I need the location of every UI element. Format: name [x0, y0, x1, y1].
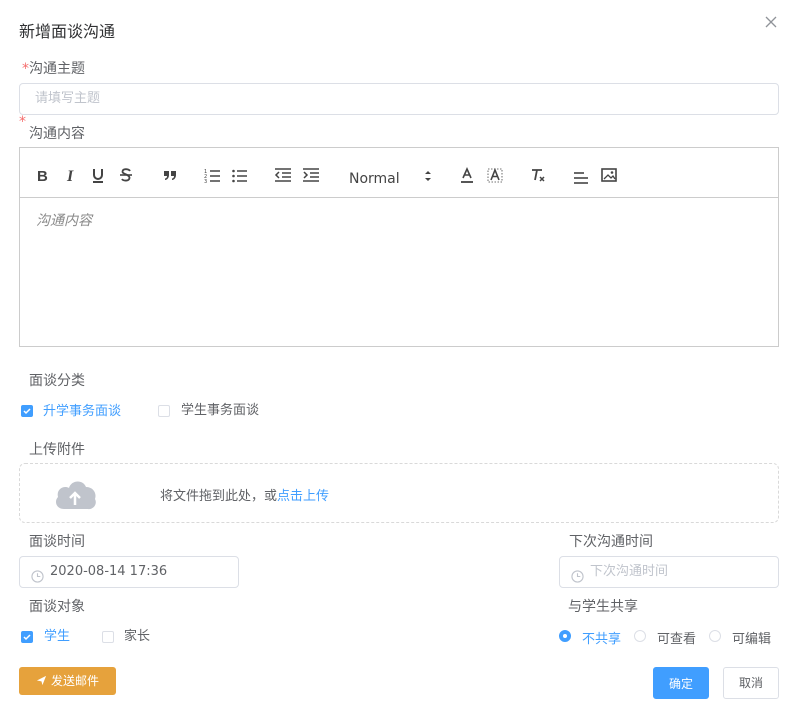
next-time-label: 下次沟通时间	[569, 534, 653, 550]
topic-input[interactable]: 请填写主题	[19, 83, 779, 115]
select-arrows-icon[interactable]	[423, 168, 433, 182]
content-required-mark: *	[19, 114, 26, 130]
share-label: 与学生共享	[568, 599, 638, 615]
send-mail-button[interactable]: 发送邮件	[19, 667, 116, 695]
strike-icon[interactable]	[117, 166, 135, 184]
topic-label: *沟通主题	[22, 61, 85, 77]
editor-placeholder: 沟通内容	[36, 213, 92, 229]
share-radio-1[interactable]	[559, 630, 571, 642]
next-time-input[interactable]: 下次沟通时间	[559, 556, 779, 588]
target-option-label-1[interactable]: 学生	[44, 625, 70, 644]
upload-text: 将文件拖到此处，或点击上传	[160, 489, 330, 504]
time-input[interactable]: 2020-08-14 17:36	[19, 556, 239, 588]
svg-text:I: I	[66, 168, 74, 184]
clear-format-icon[interactable]	[529, 166, 547, 184]
close-icon[interactable]	[763, 14, 779, 30]
category-checkbox-1[interactable]	[21, 405, 33, 417]
upload-label: 上传附件	[29, 442, 85, 458]
share-option-label-2[interactable]: 可查看	[657, 628, 696, 647]
upload-link[interactable]: 点击上传	[277, 489, 329, 504]
target-checkbox-1[interactable]	[21, 631, 33, 643]
header-select[interactable]: Normal	[349, 171, 400, 187]
rich-text-editor[interactable]: B I 123 Normal 沟通内容	[19, 147, 779, 347]
category-option-label-2[interactable]: 学生事务面谈	[181, 399, 259, 418]
blockquote-icon[interactable]	[161, 166, 179, 184]
italic-icon[interactable]: I	[62, 166, 80, 184]
target-option-label-2[interactable]: 家长	[124, 625, 150, 644]
underline-icon[interactable]	[89, 166, 107, 184]
clock-icon	[31, 565, 44, 583]
outdent-icon[interactable]	[274, 166, 292, 184]
align-icon[interactable]	[572, 168, 590, 186]
clock-icon	[571, 565, 584, 583]
cancel-button[interactable]: 取消	[723, 667, 779, 699]
content-label: 沟通内容	[29, 126, 85, 142]
background-color-icon[interactable]	[486, 166, 504, 184]
svg-text:B: B	[37, 168, 48, 184]
dialog-title: 新增面谈沟通	[19, 22, 116, 41]
editor-toolbar: B I 123 Normal	[20, 148, 778, 198]
target-label: 面谈对象	[29, 599, 85, 615]
target-checkbox-2[interactable]	[102, 631, 114, 643]
category-checkbox-2[interactable]	[158, 405, 170, 417]
confirm-button[interactable]: 确定	[653, 667, 709, 699]
upload-dropzone[interactable]: 将文件拖到此处，或点击上传	[19, 463, 779, 523]
share-radio-2[interactable]	[634, 630, 646, 642]
ordered-list-icon[interactable]: 123	[204, 166, 222, 184]
category-label: 面谈分类	[29, 373, 85, 389]
indent-icon[interactable]	[302, 166, 320, 184]
send-icon	[36, 668, 47, 696]
share-option-label-1[interactable]: 不共享	[582, 628, 621, 647]
share-option-label-3[interactable]: 可编辑	[732, 628, 771, 647]
time-label: 面谈时间	[29, 534, 85, 550]
cloud-upload-icon	[52, 477, 98, 511]
svg-text:3: 3	[204, 179, 207, 184]
share-radio-3[interactable]	[709, 630, 721, 642]
bold-icon[interactable]: B	[34, 166, 52, 184]
image-icon[interactable]	[600, 166, 618, 184]
category-option-label-1[interactable]: 升学事务面谈	[43, 400, 121, 419]
font-color-icon[interactable]	[458, 166, 476, 184]
bullet-list-icon[interactable]	[231, 166, 249, 184]
